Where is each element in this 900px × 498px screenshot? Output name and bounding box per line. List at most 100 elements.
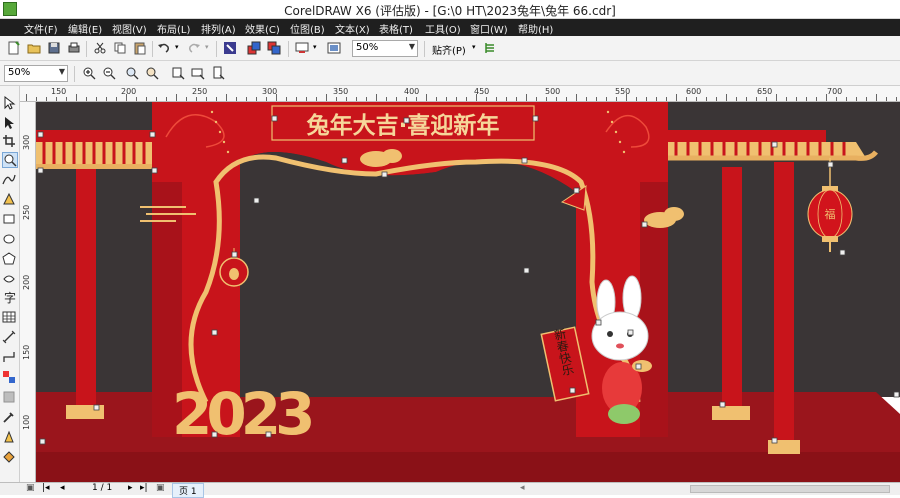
page-icon[interactable]: ▣ <box>26 483 35 493</box>
connector-tool-icon[interactable] <box>2 350 18 366</box>
last-page-icon[interactable]: ▸| <box>140 483 148 493</box>
interactive-blend-tool-icon[interactable] <box>2 370 18 386</box>
redo-icon[interactable] <box>186 40 202 56</box>
zoom-to-page-width-icon[interactable] <box>190 65 206 81</box>
ruler-tick <box>536 97 537 101</box>
ruler-tick <box>806 97 807 101</box>
ruler-tick <box>716 97 717 101</box>
page-tab[interactable]: 页 1 <box>172 483 204 498</box>
ruler-tick <box>196 97 197 101</box>
pick-tool-icon[interactable] <box>2 95 18 112</box>
crop-tool-icon[interactable] <box>2 134 18 150</box>
next-page-icon[interactable]: ▸ <box>128 483 133 493</box>
text-tool-icon[interactable]: 字 <box>2 290 18 306</box>
ruler-tick <box>116 97 117 101</box>
drawing-canvas[interactable]: 福 兔年大吉·喜迎新年 2023 新春快乐 <box>36 102 900 482</box>
paste-icon[interactable] <box>132 40 148 56</box>
ruler-tick <box>596 97 597 101</box>
previous-page-icon[interactable]: ◂ <box>60 483 65 493</box>
import-icon[interactable] <box>246 40 262 56</box>
print-icon[interactable] <box>66 40 82 56</box>
ruler-tick <box>466 97 467 101</box>
menu-arrange[interactable]: 排列(A) <box>201 21 236 36</box>
dimension-tool-icon[interactable] <box>2 330 18 346</box>
undo-icon[interactable] <box>156 40 172 56</box>
first-page-icon[interactable]: |◂ <box>42 483 50 493</box>
right-pillar-inner-base <box>712 406 750 420</box>
menu-view[interactable]: 视图(V) <box>112 21 147 36</box>
copy-icon[interactable] <box>112 40 128 56</box>
horizontal-ruler[interactable]: 150 200 250 300 350 400 450 500 550 600 … <box>20 86 900 102</box>
lantern-text: 福 <box>825 207 836 221</box>
snap-to-button[interactable]: 贴齐(P) <box>432 42 466 57</box>
ruler-tick <box>576 94 577 101</box>
options-icon[interactable] <box>482 40 498 56</box>
ruler-label: 500 <box>545 87 561 96</box>
chevron-down-icon: ▼ <box>58 67 65 76</box>
polygon-tool-icon[interactable] <box>2 252 18 268</box>
scroll-left-icon[interactable]: ◂ <box>520 483 525 493</box>
menu-layout[interactable]: 布局(L) <box>157 21 190 36</box>
new-document-icon[interactable] <box>6 40 22 56</box>
menu-window[interactable]: 窗口(W) <box>470 21 508 36</box>
menu-table[interactable]: 表格(T) <box>379 21 413 36</box>
menu-text[interactable]: 文本(X) <box>335 21 370 36</box>
fill-tool-icon[interactable] <box>2 450 18 466</box>
welcome-screen-icon[interactable] <box>326 40 342 56</box>
smart-fill-tool-icon[interactable] <box>2 192 18 208</box>
ellipse-tool-icon[interactable] <box>2 232 18 248</box>
vertical-ruler[interactable]: 300 250 200 150 100 <box>20 102 36 482</box>
ruler-tick <box>356 97 357 101</box>
ruler-tick <box>426 94 427 101</box>
eyedropper-tool-icon[interactable] <box>2 410 18 426</box>
search-content-icon[interactable] <box>222 40 238 56</box>
menu-file[interactable]: 文件(F) <box>24 21 58 36</box>
snap-dropdown-icon[interactable]: ▾ <box>472 43 476 51</box>
zoom-in-icon[interactable] <box>81 65 97 81</box>
zoom-to-all-objects-icon[interactable] <box>144 65 160 81</box>
ruler-tick <box>646 97 647 101</box>
application-launcher-icon[interactable] <box>294 40 310 56</box>
outline-pen-tool-icon[interactable] <box>2 430 18 446</box>
basic-shapes-tool-icon[interactable] <box>2 272 18 288</box>
zoom-to-page-height-icon[interactable] <box>210 65 226 81</box>
property-zoom-select[interactable]: 50% ▼ <box>4 65 68 82</box>
launcher-dropdown-icon[interactable]: ▾ <box>313 43 317 51</box>
menu-tools[interactable]: 工具(O) <box>425 21 461 36</box>
horizontal-scrollbar[interactable] <box>690 485 890 493</box>
ruler-tick <box>376 94 377 101</box>
menu-edit[interactable]: 编辑(E) <box>68 21 102 36</box>
ruler-tick <box>156 97 157 101</box>
ruler-tick <box>126 94 127 101</box>
menu-effects[interactable]: 效果(C) <box>245 21 280 36</box>
ruler-tick <box>336 97 337 101</box>
table-tool-icon[interactable] <box>2 310 18 326</box>
ruler-tick <box>726 94 727 101</box>
undo-dropdown-icon[interactable]: ▾ <box>175 43 179 51</box>
redo-dropdown-icon[interactable]: ▾ <box>205 43 209 51</box>
transparency-tool-icon[interactable] <box>2 390 18 406</box>
save-icon[interactable] <box>46 40 62 56</box>
right-pillar-inner <box>722 167 742 413</box>
ruler-tick <box>266 97 267 101</box>
add-page-icon[interactable]: ▣ <box>156 483 165 493</box>
zoom-level-select[interactable]: 50% ▼ <box>352 40 418 57</box>
ruler-tick <box>456 97 457 101</box>
zoom-to-selected-icon[interactable] <box>124 65 140 81</box>
ruler-tick <box>186 97 187 101</box>
zoom-tool-icon[interactable] <box>2 152 18 168</box>
toolbar-separator <box>86 41 87 57</box>
ruler-tick <box>786 97 787 101</box>
zoom-out-icon[interactable] <box>101 65 117 81</box>
export-icon[interactable] <box>266 40 282 56</box>
rectangle-tool-icon[interactable] <box>2 212 18 228</box>
zoom-to-page-icon[interactable] <box>170 65 186 81</box>
cut-icon[interactable] <box>92 40 108 56</box>
ruler-tick <box>386 97 387 101</box>
open-folder-icon[interactable] <box>26 40 42 56</box>
shape-tool-icon[interactable] <box>2 116 18 132</box>
menu-help[interactable]: 帮助(H) <box>518 21 553 36</box>
freehand-tool-icon[interactable] <box>2 172 18 188</box>
menu-bitmaps[interactable]: 位图(B) <box>290 21 325 36</box>
svg-text:字: 字 <box>4 290 16 304</box>
